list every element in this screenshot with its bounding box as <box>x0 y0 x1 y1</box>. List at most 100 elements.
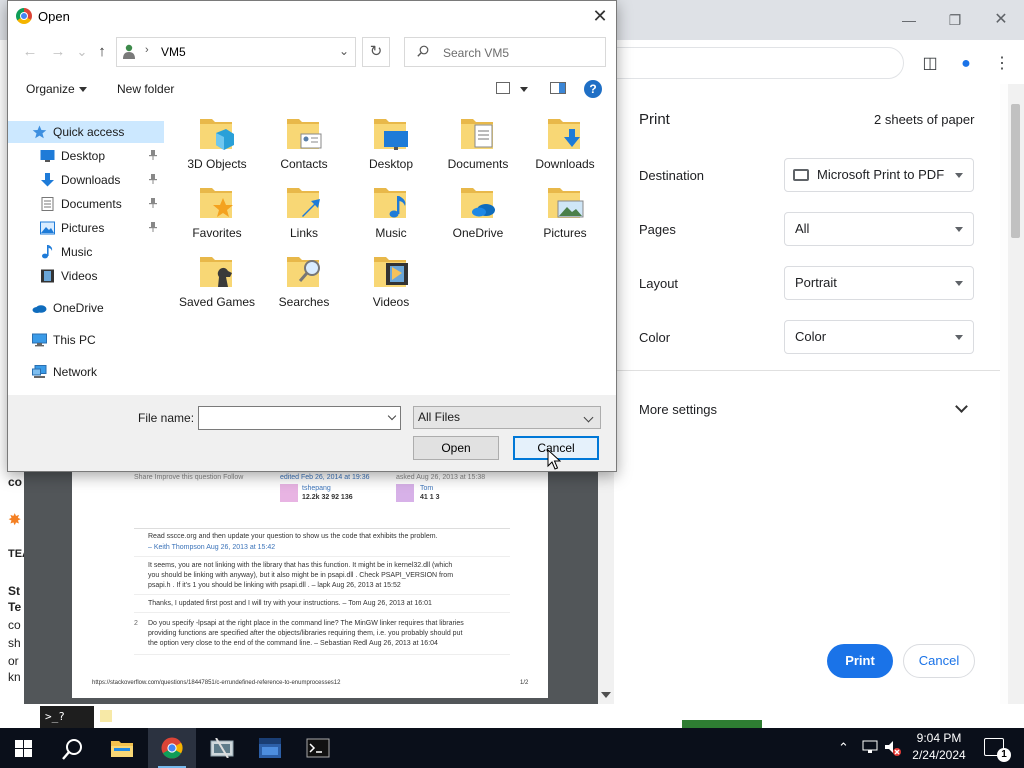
folder-onedrive[interactable]: OneDrive <box>435 182 521 250</box>
folder-icon <box>200 257 232 287</box>
nav-item-pictures[interactable]: Pictures <box>8 217 164 239</box>
destination-select[interactable]: Microsoft Print to PDF <box>784 158 974 192</box>
up-arrow-icon[interactable]: ↑ <box>92 43 112 61</box>
nav-item-desktop[interactable]: Desktop <box>8 145 164 167</box>
nav-item-onedrive[interactable]: OneDrive <box>8 297 164 319</box>
taskbar-dev-cpp[interactable] <box>246 728 294 768</box>
minimize-icon[interactable]: — <box>894 8 924 32</box>
nav-item-videos[interactable]: Videos <box>8 265 164 287</box>
folder-searches[interactable]: Searches <box>261 251 347 319</box>
clock-time[interactable]: 9:04 PM <box>904 731 974 745</box>
side-panel-icon[interactable]: ◫ <box>918 52 942 76</box>
folder-music[interactable]: Music <box>348 182 434 250</box>
network-status-icon[interactable] <box>862 740 878 754</box>
kebab-menu-icon[interactable]: ⋮ <box>990 52 1014 76</box>
scrollbar-thumb[interactable] <box>1011 104 1020 238</box>
color-label: Color <box>639 330 671 345</box>
folder-desktop[interactable]: Desktop <box>348 113 434 181</box>
cancel-print-button[interactable]: Cancel <box>903 644 975 678</box>
preview-pane-icon[interactable] <box>550 82 566 94</box>
print-title: Print <box>639 111 670 128</box>
nav-label: Music <box>61 245 93 259</box>
path-chevron-icon: › <box>145 44 149 56</box>
folder-label: 3D Objects <box>187 157 247 171</box>
preview-scrollbar[interactable] <box>598 470 614 704</box>
help-icon[interactable]: ? <box>584 80 602 98</box>
nav-item-this-pc[interactable]: This PC <box>8 329 164 351</box>
refresh-icon[interactable]: ↻ <box>362 37 390 67</box>
recent-chevron-icon[interactable]: ⌄ <box>72 43 92 61</box>
nav-label: Quick access <box>53 125 125 139</box>
color-select[interactable]: Color <box>784 320 974 354</box>
volume-muted-icon[interactable] <box>884 740 902 756</box>
more-settings-toggle[interactable]: More settings <box>639 402 717 417</box>
asked-text: asked Aug 26, 2013 at 15:38 <box>396 474 486 481</box>
pin-icon[interactable] <box>149 222 157 232</box>
star-icon <box>32 125 47 139</box>
taskbar-file-explorer[interactable] <box>98 728 146 768</box>
dialog-titlebar[interactable]: Open ✕ <box>8 1 616 31</box>
close-icon[interactable]: ✕ <box>588 5 612 27</box>
nav-item-downloads[interactable]: Downloads <box>8 169 164 191</box>
open-button[interactable]: Open <box>413 436 499 460</box>
pin-icon[interactable] <box>149 150 157 160</box>
folder-label: Saved Games <box>178 295 256 309</box>
view-options-icon[interactable] <box>496 82 510 94</box>
divider <box>134 654 510 655</box>
path-segment[interactable]: VM5 <box>161 45 186 59</box>
start-button[interactable] <box>0 728 48 768</box>
close-window-icon[interactable]: ✕ <box>986 8 1016 32</box>
folder-saved-games[interactable]: Saved Games <box>174 251 260 319</box>
path-dropdown-icon[interactable]: ⌄ <box>339 44 349 58</box>
chevron-down-icon[interactable] <box>79 87 87 92</box>
nav-label: OneDrive <box>53 301 104 315</box>
taskbar-app-tool[interactable] <box>198 728 246 768</box>
chrome-icon <box>161 737 183 759</box>
layout-select[interactable]: Portrait <box>784 266 974 300</box>
folder-3d-objects[interactable]: 3D Objects <box>174 113 260 181</box>
folder-favorites[interactable]: Favorites <box>174 182 260 250</box>
restore-icon[interactable]: ❐ <box>940 8 970 32</box>
chevron-down-icon[interactable] <box>520 87 528 92</box>
chevron-down-icon[interactable] <box>955 400 968 413</box>
profile-avatar-icon[interactable]: ● <box>954 52 978 76</box>
pin-icon[interactable] <box>149 174 157 184</box>
organize-menu[interactable]: Organize <box>26 82 75 96</box>
pin-icon[interactable] <box>149 198 157 208</box>
folder-contacts[interactable]: Contacts <box>261 113 347 181</box>
chevron-down-icon[interactable] <box>387 411 397 421</box>
forward-arrow-icon[interactable]: → <box>48 43 68 61</box>
folder-downloads[interactable]: Downloads <box>522 113 608 181</box>
folder-videos[interactable]: Videos <box>348 251 434 319</box>
terminal-chip[interactable]: >_? <box>40 706 94 728</box>
nav-item-network[interactable]: Network <box>8 361 164 383</box>
show-hidden-icons-icon[interactable]: ⌃ <box>838 740 849 756</box>
search-input[interactable]: Search VM5 <box>404 37 606 67</box>
clock-date[interactable]: 2/24/2024 <box>904 748 974 762</box>
nav-item-quick-access[interactable]: Quick access <box>8 121 164 143</box>
back-arrow-icon[interactable]: ← <box>20 43 40 61</box>
preview-page: Share Improve this question Follow edite… <box>72 470 548 698</box>
dev-ide-icon <box>259 738 281 758</box>
folder-pictures[interactable]: Pictures <box>522 182 608 250</box>
path-bar[interactable]: › VM5 ⌄ <box>116 37 356 67</box>
nav-label: Documents <box>61 197 122 211</box>
pages-select[interactable]: All <box>784 212 974 246</box>
taskbar-chrome[interactable] <box>148 728 196 768</box>
folder-icon <box>287 188 320 218</box>
nav-item-documents[interactable]: Documents <box>8 193 164 215</box>
print-button[interactable]: Print <box>827 644 893 678</box>
scroll-down-icon[interactable] <box>601 692 611 698</box>
taskbar-terminal[interactable] <box>294 728 342 768</box>
new-folder-button[interactable]: New folder <box>117 82 174 96</box>
file-type-select[interactable]: All Files <box>413 406 601 429</box>
folder-links[interactable]: Links <box>261 182 347 250</box>
folder-icon <box>374 119 408 150</box>
monitor-icon <box>32 333 47 347</box>
search-button[interactable] <box>48 728 96 768</box>
nav-item-music[interactable]: Music <box>8 241 164 263</box>
sticky-note-icon[interactable] <box>100 710 112 722</box>
folder-documents[interactable]: Documents <box>435 113 521 181</box>
terminal-icon <box>306 738 330 758</box>
file-name-input[interactable] <box>198 406 401 430</box>
